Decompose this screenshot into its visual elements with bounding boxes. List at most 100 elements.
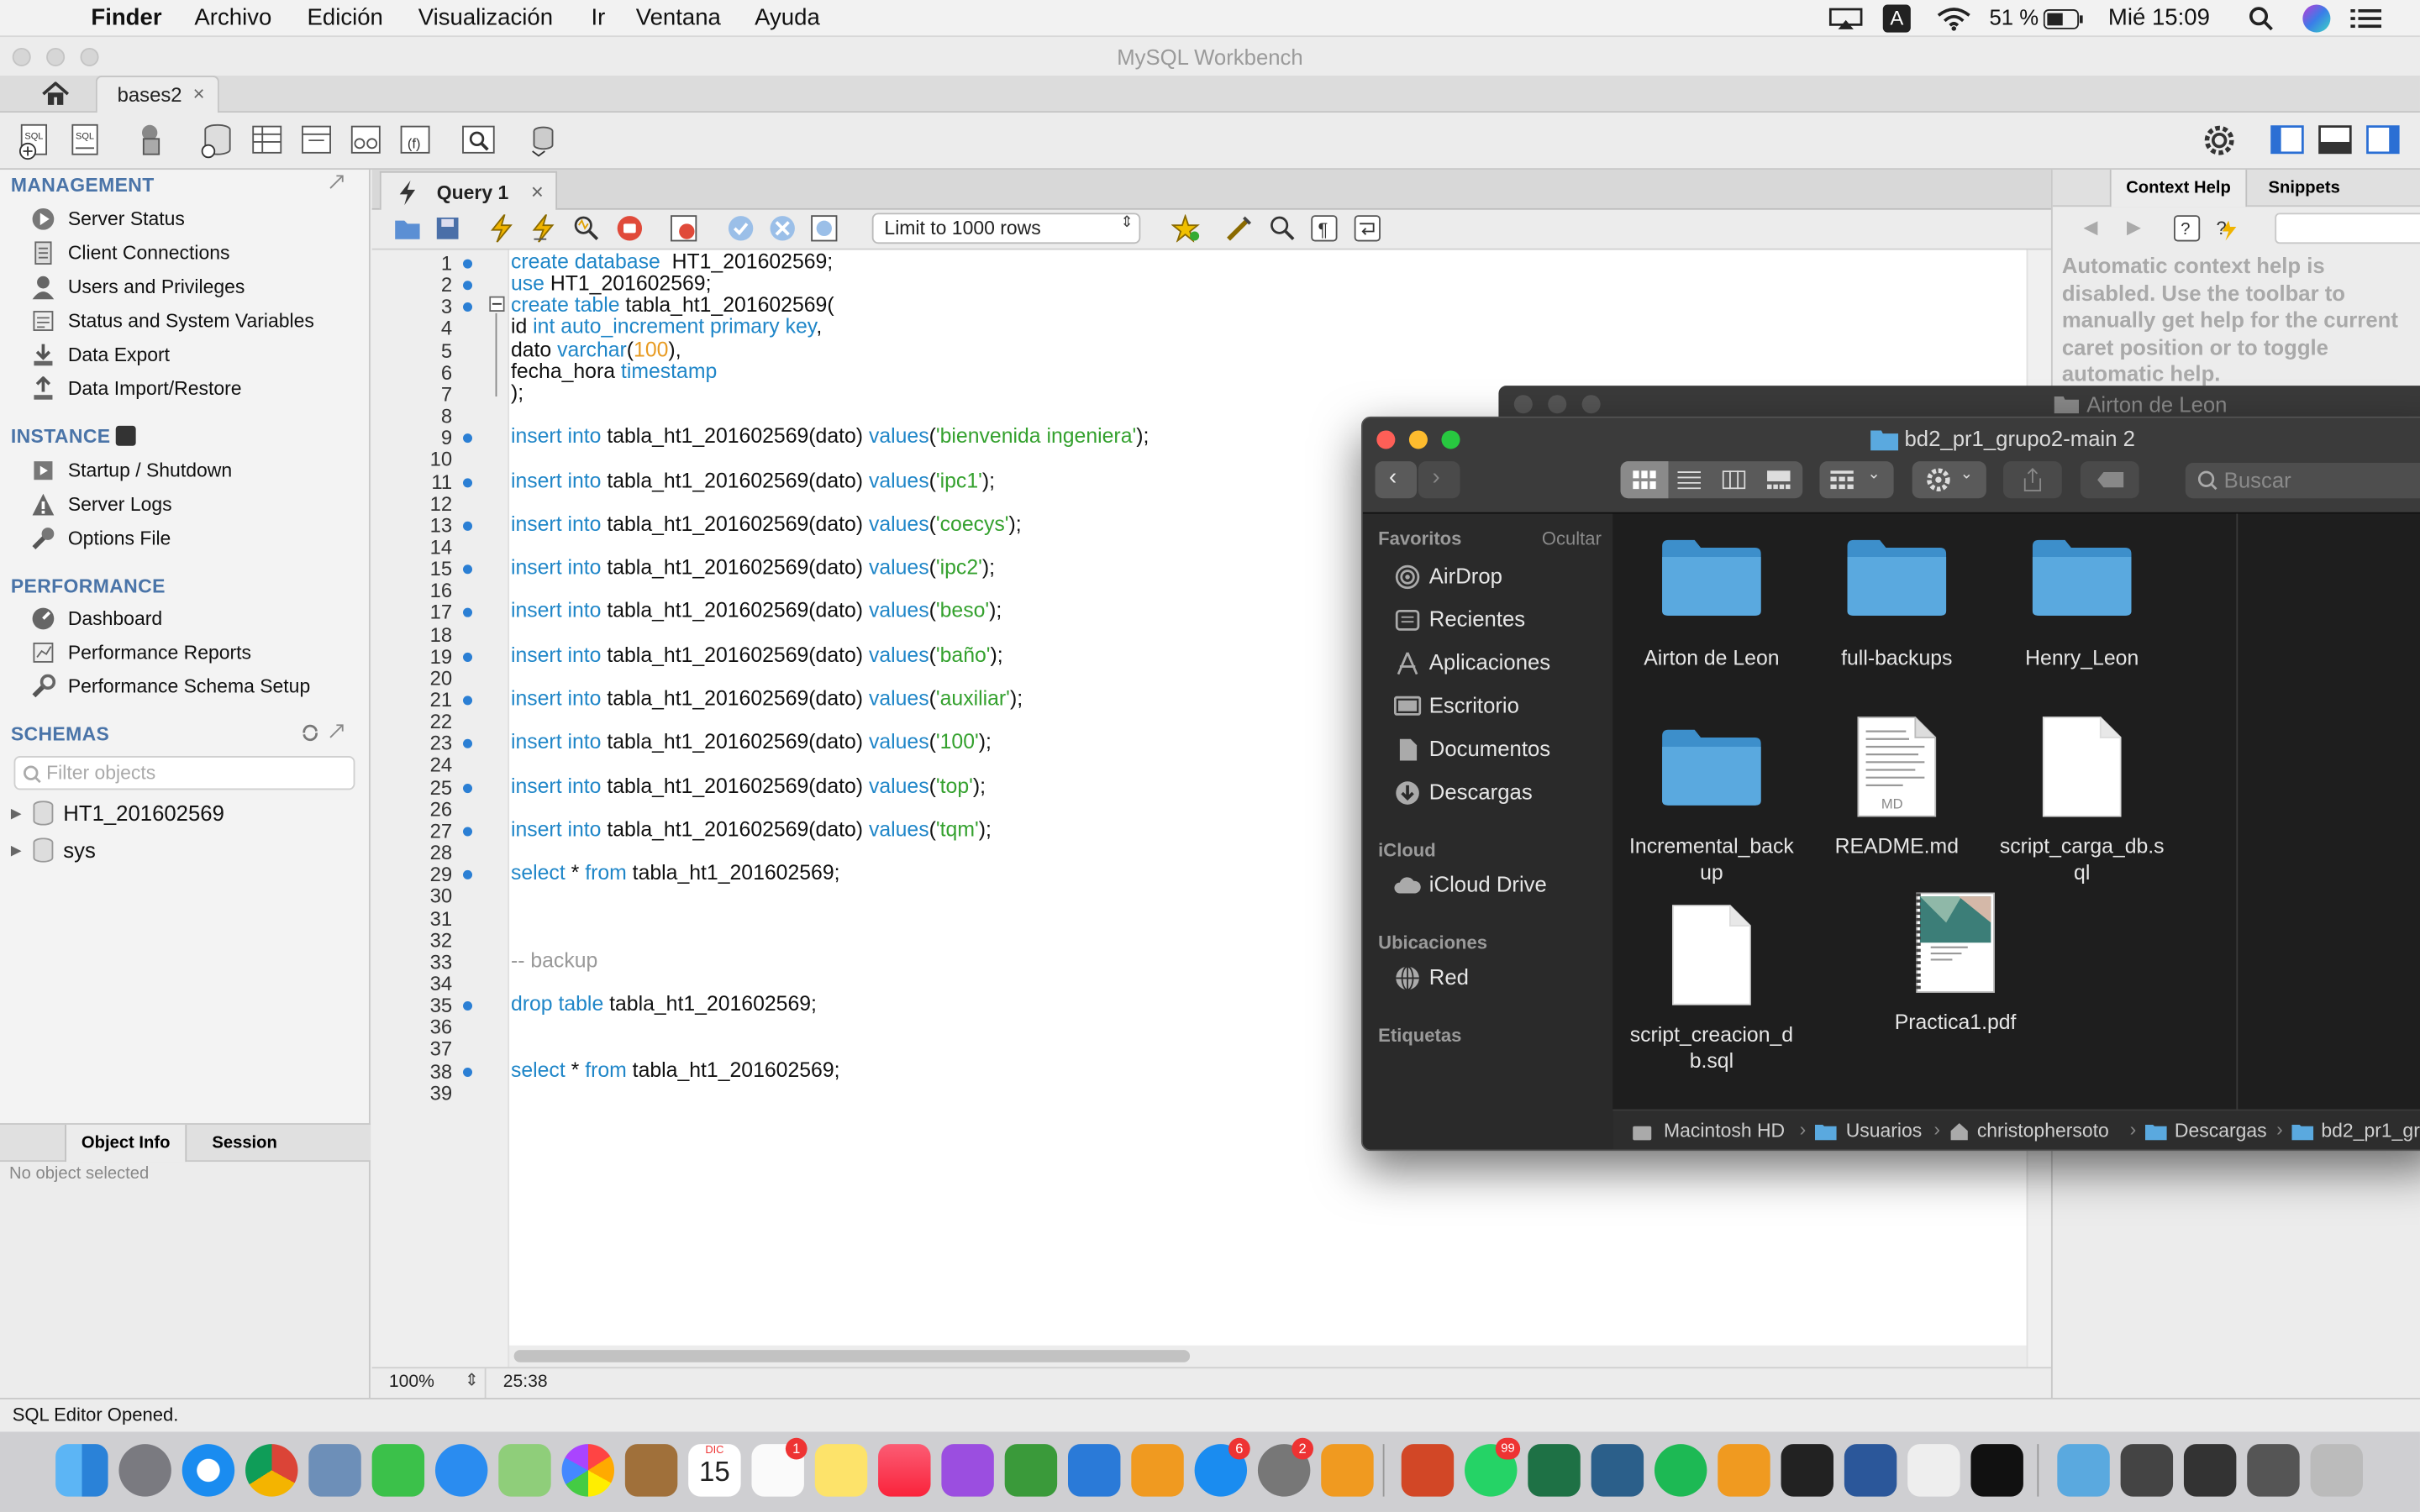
new-sql-tab-icon[interactable]: SQL: [15, 120, 55, 160]
action-button[interactable]: ⌄: [1912, 461, 1986, 499]
sidebar-item-documentos[interactable]: Documentos: [1429, 736, 1550, 760]
menu-ventana[interactable]: Ventana: [636, 5, 721, 31]
create-view-icon[interactable]: [297, 120, 337, 160]
create-function-icon[interactable]: (f): [395, 120, 435, 160]
expand-arrow-icon[interactable]: ▶: [11, 843, 22, 859]
system-preferences-dock-icon[interactable]: 2: [1257, 1437, 1314, 1497]
word-wrap-icon[interactable]: [1354, 214, 1381, 242]
menu-visualizacion[interactable]: Visualización: [418, 5, 553, 31]
clock[interactable]: Mié 15:09: [2108, 5, 2210, 31]
create-table-icon[interactable]: [247, 120, 287, 160]
group-button[interactable]: ⌄: [1819, 461, 1894, 499]
tab-bases2[interactable]: bases2 ×: [95, 75, 219, 114]
sidebar-item-data-export[interactable]: Data Export: [68, 344, 170, 366]
wifi-icon[interactable]: [1937, 6, 1970, 31]
menu-edicion[interactable]: Edición: [308, 5, 383, 31]
open-folder-icon[interactable]: [393, 216, 421, 240]
file-name[interactable]: Incremental_back up: [1621, 833, 1803, 885]
textedit-dock-icon[interactable]: [1907, 1444, 1960, 1497]
airplay-icon[interactable]: [1828, 8, 1863, 31]
sidebar-item-red[interactable]: Red: [1429, 964, 1469, 989]
word-dock-icon[interactable]: [1844, 1444, 1897, 1497]
preferences-gear-icon[interactable]: [2199, 120, 2239, 160]
trash-dock-icon[interactable]: [2310, 1444, 2363, 1497]
save-icon[interactable]: [435, 216, 460, 240]
tab-snippets[interactable]: Snippets: [2249, 170, 2360, 207]
calendar-dock-icon[interactable]: DIC 15: [688, 1444, 741, 1497]
stop-icon[interactable]: [616, 214, 644, 242]
explain-icon[interactable]: [572, 214, 600, 242]
commit-icon[interactable]: [727, 214, 755, 242]
schema-filter-input[interactable]: Filter objects: [13, 755, 355, 790]
reminders-dock-icon[interactable]: 1: [751, 1437, 808, 1497]
tab-session[interactable]: Session: [188, 1125, 301, 1162]
pages-dock-icon[interactable]: [1131, 1444, 1184, 1497]
input-source-icon[interactable]: A: [1882, 4, 1911, 33]
terminal2-dock-icon[interactable]: [1970, 1444, 2023, 1497]
notification-center-icon[interactable]: [2350, 8, 2382, 29]
expand-icon[interactable]: [329, 175, 344, 190]
document-icon[interactable]: [2042, 716, 2123, 817]
sidebar-item-aplicaciones[interactable]: Aplicaciones: [1429, 649, 1550, 674]
file-name[interactable]: script_creacion_d b.sql: [1621, 1021, 1803, 1074]
back-button[interactable]: ‹: [1375, 461, 1418, 499]
execute-current-icon[interactable]: [531, 214, 555, 243]
document-icon[interactable]: [1671, 904, 1752, 1005]
create-procedure-icon[interactable]: [345, 120, 386, 160]
sidebar-item-status-and-system-variables[interactable]: Status and System Variables: [68, 310, 314, 332]
whatsapp-dock-icon[interactable]: 99: [1465, 1437, 1521, 1497]
tab-context-help[interactable]: Context Help: [2109, 170, 2248, 207]
path-item[interactable]: Descargas: [2175, 1120, 2267, 1142]
mail-bird-dock-icon[interactable]: [308, 1444, 361, 1497]
messages-dock-icon[interactable]: [434, 1444, 488, 1497]
file-name[interactable]: full-backups: [1806, 645, 1988, 671]
file-name[interactable]: README.md: [1806, 833, 1988, 859]
menu-ayuda[interactable]: Ayuda: [755, 5, 820, 31]
spotlight-icon[interactable]: [2249, 6, 2273, 31]
zoom-level[interactable]: 100%: [389, 1373, 434, 1392]
home-icon[interactable]: [42, 81, 70, 106]
sublime-text-dock-icon[interactable]: [1718, 1444, 1770, 1497]
forward-button[interactable]: ›: [1418, 461, 1460, 499]
downloads-stack-dock-icon[interactable]: [2057, 1444, 2110, 1497]
toggle-output-icon[interactable]: [2315, 120, 2355, 160]
snippet-search-input[interactable]: [2275, 213, 2420, 244]
podcasts-dock-icon[interactable]: [941, 1444, 994, 1497]
spotify-dock-icon[interactable]: [1654, 1444, 1707, 1497]
open-sql-script-icon[interactable]: SQL: [66, 120, 107, 160]
search-table-data-icon[interactable]: [458, 120, 498, 160]
reconnect-icon[interactable]: [523, 120, 564, 160]
create-schema-icon[interactable]: [197, 120, 238, 160]
fold-marker-icon[interactable]: [489, 296, 505, 312]
zoom-stepper-icon[interactable]: ⇕: [465, 1370, 479, 1390]
forward-arrow-icon[interactable]: ▶: [2127, 216, 2141, 238]
menu-archivo[interactable]: Archivo: [194, 5, 271, 31]
safari-dock-icon[interactable]: [182, 1444, 235, 1497]
manual-help-icon[interactable]: ?: [2173, 214, 2201, 242]
path-item[interactable]: bd2_pr1_gru: [2321, 1120, 2420, 1142]
notes-dock-icon[interactable]: [814, 1444, 868, 1497]
tags-button[interactable]: [2080, 461, 2139, 499]
sidebar-item-airdrop[interactable]: AirDrop: [1429, 563, 1502, 587]
sidebar-item-server-status[interactable]: Server Status: [68, 208, 185, 230]
autocommit-icon[interactable]: [810, 214, 838, 242]
maps-dock-icon[interactable]: [498, 1444, 551, 1497]
keynote-dock-icon[interactable]: [1067, 1444, 1121, 1497]
path-item[interactable]: Macintosh HD: [1664, 1120, 1785, 1142]
toggle-sidebar-icon[interactable]: [2267, 120, 2307, 160]
music-dock-icon[interactable]: [878, 1444, 931, 1497]
tab-query-1[interactable]: Query 1 ×: [379, 171, 558, 212]
sidebar-item-client-connections[interactable]: Client Connections: [68, 242, 230, 264]
stack-dock-icon[interactable]: [2120, 1444, 2174, 1497]
finder-zoom-button[interactable]: [1441, 430, 1460, 449]
limit-rows-select[interactable]: Limit to 1000 rows ⇕: [871, 213, 1141, 244]
expand-arrow-icon[interactable]: ▶: [11, 806, 22, 822]
sidebar-item-performance-schema-setup[interactable]: Performance Schema Setup: [68, 675, 310, 697]
mysql-workbench-dock-icon[interactable]: [1591, 1444, 1644, 1497]
close-query-tab-icon[interactable]: ×: [531, 179, 544, 203]
appstore-dock-icon[interactable]: 6: [1194, 1437, 1250, 1497]
invisible-chars-icon[interactable]: ¶: [1310, 214, 1338, 242]
path-item[interactable]: Usuarios: [1846, 1120, 1923, 1142]
sublime-dock-icon[interactable]: [1321, 1444, 1374, 1497]
folder-icon[interactable]: [1660, 727, 1762, 807]
